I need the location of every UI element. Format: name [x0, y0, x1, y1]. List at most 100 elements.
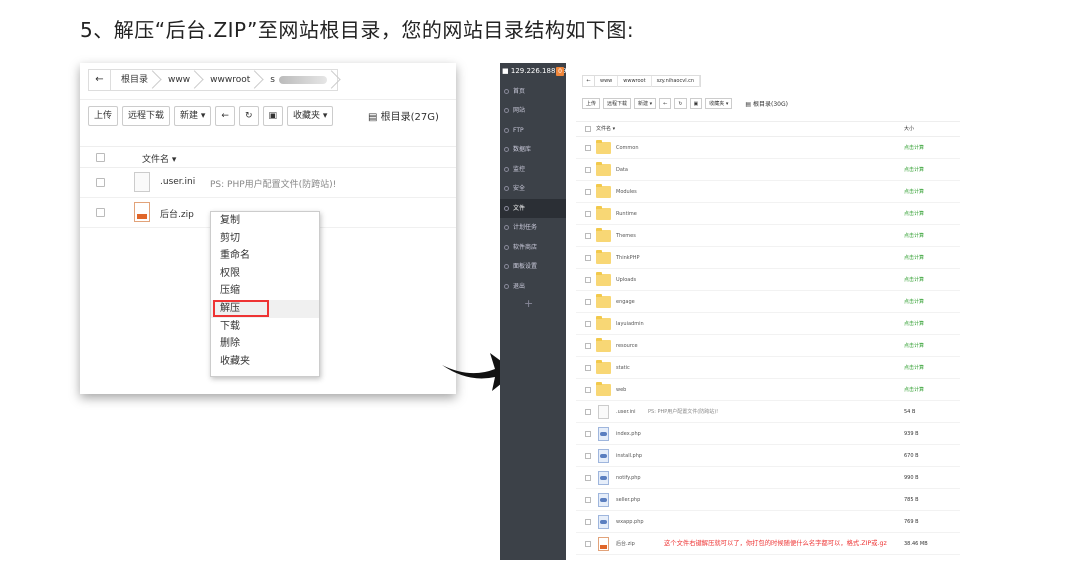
row-checkbox[interactable]: [96, 178, 105, 187]
file-name[interactable]: Uploads: [616, 269, 636, 291]
calc-size-link[interactable]: 点击计算: [904, 313, 924, 335]
sidebar-item-ftp[interactable]: FTP: [500, 121, 566, 140]
file-name[interactable]: web: [616, 379, 626, 401]
calc-size-link[interactable]: 点击计算: [904, 159, 924, 181]
row-checkbox[interactable]: [585, 255, 591, 261]
table-row[interactable]: 后台.zip 这个文件右键解压就可以了，你打包的时候随便什么名字都可以，格式.ZI…: [576, 533, 960, 555]
file-name[interactable]: static: [616, 357, 630, 379]
file-name[interactable]: .user.ini: [616, 401, 636, 423]
row-checkbox[interactable]: [585, 541, 591, 547]
row-checkbox[interactable]: [585, 233, 591, 239]
disk-info[interactable]: ▤ 根目录(30G): [745, 99, 788, 108]
table-row[interactable]: notify.php 990 B: [576, 467, 960, 489]
breadcrumb-item[interactable]: szy.nihaocvl.cn: [652, 75, 701, 87]
notification-badge[interactable]: 0: [556, 67, 564, 76]
remote-download-button[interactable]: 远程下载: [603, 98, 632, 109]
refresh-icon[interactable]: ↻: [238, 106, 259, 126]
row-checkbox[interactable]: [585, 365, 591, 371]
calc-size-link[interactable]: 点击计算: [904, 203, 924, 225]
table-row[interactable]: .user.ini PS: PHP用户配置文件(防跨站)!: [80, 168, 456, 198]
menu-item-copy[interactable]: 复制: [211, 212, 319, 230]
table-row[interactable]: Uploads 点击计算: [576, 269, 960, 291]
new-button[interactable]: 新建 ▾: [174, 106, 212, 126]
favorites-button[interactable]: 收藏夹 ▾: [705, 98, 733, 109]
table-row[interactable]: Common 点击计算: [576, 137, 960, 159]
sidebar-item-monitor[interactable]: 监控: [500, 160, 566, 179]
breadcrumb-item[interactable]: www: [595, 75, 619, 87]
row-checkbox[interactable]: [585, 497, 591, 503]
calc-size-link[interactable]: 点击计算: [904, 269, 924, 291]
table-row[interactable]: ThinkPHP 点击计算: [576, 247, 960, 269]
refresh-icon[interactable]: ↻: [674, 98, 687, 109]
table-row[interactable]: .user.ini PS: PHP用户配置文件(防跨站)! 54 B: [576, 401, 960, 423]
table-row[interactable]: engage 点击计算: [576, 291, 960, 313]
calc-size-link[interactable]: 点击计算: [904, 225, 924, 247]
file-name[interactable]: 后台.zip: [616, 533, 635, 555]
sidebar-item-website[interactable]: 网站: [500, 101, 566, 120]
table-row[interactable]: layuiadmin 点击计算: [576, 313, 960, 335]
row-checkbox[interactable]: [585, 453, 591, 459]
sidebar-item-cron[interactable]: 计划任务: [500, 218, 566, 237]
calc-size-link[interactable]: 点击计算: [904, 379, 924, 401]
table-row[interactable]: Themes 点击计算: [576, 225, 960, 247]
row-checkbox[interactable]: [585, 321, 591, 327]
column-size[interactable]: 大小: [904, 122, 914, 137]
file-name[interactable]: layuiadmin: [616, 313, 644, 335]
back-arrow-icon[interactable]: ←: [215, 106, 235, 126]
file-name[interactable]: ThinkPHP: [616, 247, 639, 269]
favorites-button[interactable]: 收藏夹 ▾: [287, 106, 334, 126]
add-icon[interactable]: +: [524, 297, 533, 310]
breadcrumb-item[interactable]: wwwroot: [200, 70, 260, 90]
calc-size-link[interactable]: 点击计算: [904, 181, 924, 203]
menu-item-delete[interactable]: 删除: [211, 335, 319, 353]
file-name[interactable]: 后台.zip: [160, 207, 194, 220]
sidebar-item-files[interactable]: 文件: [500, 199, 566, 218]
file-name[interactable]: Common: [616, 137, 639, 159]
breadcrumb-item[interactable]: www: [158, 70, 200, 90]
table-row[interactable]: resource 点击计算: [576, 335, 960, 357]
sidebar-item-app-store[interactable]: 软件商店: [500, 238, 566, 257]
remote-download-button[interactable]: 远程下载: [122, 106, 171, 126]
menu-item-permission[interactable]: 权限: [211, 265, 319, 283]
table-row[interactable]: seller.php 785 B: [576, 489, 960, 511]
breadcrumb-item-blurred[interactable]: s: [260, 70, 337, 90]
calc-size-link[interactable]: 点击计算: [904, 137, 924, 159]
column-filename[interactable]: 文件名 ▾: [596, 122, 615, 137]
row-checkbox[interactable]: [585, 409, 591, 415]
file-name[interactable]: .user.ini: [160, 177, 195, 187]
file-name[interactable]: index.php: [616, 423, 641, 445]
sidebar-item-home[interactable]: 首页: [500, 82, 566, 101]
sidebar-item-security[interactable]: 安全: [500, 179, 566, 198]
file-name[interactable]: Runtime: [616, 203, 637, 225]
row-checkbox[interactable]: [585, 189, 591, 195]
file-name[interactable]: resource: [616, 335, 638, 357]
row-checkbox[interactable]: [585, 519, 591, 525]
file-name[interactable]: Modules: [616, 181, 637, 203]
select-all-checkbox[interactable]: [96, 153, 105, 162]
row-checkbox[interactable]: [585, 167, 591, 173]
file-name[interactable]: Data: [616, 159, 628, 181]
table-row[interactable]: install.php 670 B: [576, 445, 960, 467]
calc-size-link[interactable]: 点击计算: [904, 335, 924, 357]
breadcrumb-item[interactable]: 根目录: [111, 70, 158, 90]
row-checkbox[interactable]: [585, 475, 591, 481]
row-checkbox[interactable]: [585, 211, 591, 217]
table-row[interactable]: index.php 939 B: [576, 423, 960, 445]
menu-item-favorite[interactable]: 收藏夹: [211, 353, 319, 371]
disk-info[interactable]: ▤ 根目录(27G): [368, 108, 439, 123]
table-row[interactable]: wxapp.php 769 B: [576, 511, 960, 533]
row-checkbox[interactable]: [585, 299, 591, 305]
row-checkbox[interactable]: [96, 208, 105, 217]
new-button[interactable]: 新建 ▾: [634, 98, 657, 109]
sidebar-item-database[interactable]: 数据库: [500, 140, 566, 159]
row-checkbox[interactable]: [585, 387, 591, 393]
menu-item-cut[interactable]: 剪切: [211, 230, 319, 248]
upload-button[interactable]: 上传: [582, 98, 601, 109]
calc-size-link[interactable]: 点击计算: [904, 291, 924, 313]
table-row[interactable]: Runtime 点击计算: [576, 203, 960, 225]
menu-item-compress[interactable]: 压缩: [211, 282, 319, 300]
terminal-icon[interactable]: ▣: [689, 98, 703, 109]
table-row[interactable]: Data 点击计算: [576, 159, 960, 181]
file-name[interactable]: wxapp.php: [616, 511, 644, 533]
breadcrumb-item[interactable]: wwwroot: [618, 75, 652, 87]
